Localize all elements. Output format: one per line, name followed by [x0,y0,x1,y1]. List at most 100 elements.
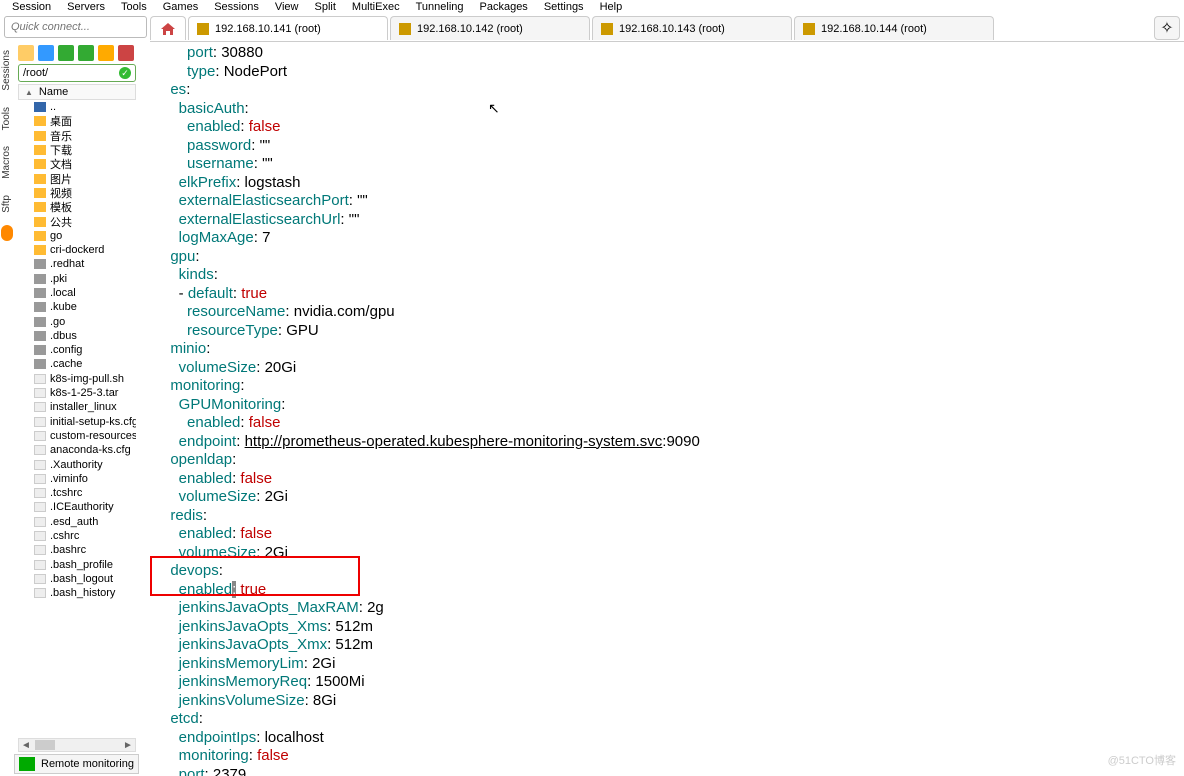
tool-upload[interactable] [58,45,74,61]
side-tab-sessions[interactable]: Sessions [0,42,13,99]
tree-item[interactable]: 下载 [18,143,136,157]
tree-item-label: k8s-1-25-3.tar [50,387,118,399]
tree-item[interactable]: 模板 [18,200,136,214]
tree-item[interactable]: go [18,229,136,243]
tree-item[interactable]: .dbus [18,329,136,343]
tree-item[interactable]: installer_linux [18,400,136,414]
menu-help[interactable]: Help [592,1,631,13]
tree-item-label: .dbus [50,330,77,342]
horizontal-scrollbar[interactable]: ◄ ► [18,738,136,752]
endpoint-link[interactable]: http://prometheus-operated.kubesphere-mo… [245,433,663,450]
menu-session[interactable]: Session [4,1,59,13]
tree-item[interactable]: .go [18,314,136,328]
tree-item[interactable]: 文档 [18,157,136,171]
tab-1-label: 192.168.10.142 (root) [417,23,523,35]
tree-item-label: .cache [50,358,82,370]
tree-item[interactable]: .. [18,100,136,114]
menubar: Session Servers Tools Games Sessions Vie… [0,0,1184,14]
tree-item[interactable]: .viminfo [18,472,136,486]
tree-item[interactable]: cri-dockerd [18,243,136,257]
tab-3[interactable]: 192.168.10.144 (root) [794,16,994,40]
tree-item-label: anaconda-ks.cfg [50,444,131,456]
tree-item[interactable]: .kube [18,300,136,314]
tree-item[interactable]: .bash_history [18,586,136,600]
tree-item[interactable]: .local [18,286,136,300]
home-tab[interactable] [150,16,186,40]
path-input[interactable]: /root/ ✓ [18,64,136,82]
side-dot-orange[interactable] [1,225,13,241]
tab-0[interactable]: 192.168.10.141 (root) [188,16,388,40]
menu-sessions[interactable]: Sessions [206,1,267,13]
session-tabs: 192.168.10.141 (root) 192.168.10.142 (ro… [150,16,1184,42]
tool-btn-1[interactable] [18,45,34,61]
menu-tools[interactable]: Tools [113,1,155,13]
scroll-right-arrow[interactable]: ► [121,740,135,751]
tree-item[interactable]: anaconda-ks.cfg [18,443,136,457]
menu-packages[interactable]: Packages [472,1,536,13]
quick-connect-input[interactable] [4,16,147,38]
status-text[interactable]: Remote monitoring [41,758,134,770]
file-icon [34,531,46,541]
tree-item[interactable]: .Xauthority [18,457,136,471]
tree-item[interactable]: .cache [18,357,136,371]
tree-item[interactable]: 桌面 [18,114,136,128]
tree-item[interactable]: .ICEauthority [18,500,136,514]
scroll-thumb[interactable] [35,740,55,750]
watermark: @51CTO博客 [1108,752,1176,768]
tree-item[interactable]: .redhat [18,257,136,271]
folder-icon [34,174,46,184]
tool-newfolder[interactable] [98,45,114,61]
tree-item[interactable]: .tcshrc [18,486,136,500]
tree-item[interactable]: 音乐 [18,129,136,143]
file-icon [34,488,46,498]
menu-servers[interactable]: Servers [59,1,113,13]
tree-item[interactable]: custom-resources.yam [18,429,136,443]
new-tab-button[interactable]: ✧ [1154,16,1180,40]
tab-2-label: 192.168.10.143 (root) [619,23,725,35]
name-column-header[interactable]: Name [18,84,136,100]
folder-icon [34,116,46,126]
file-icon [34,474,46,484]
terminal-output[interactable]: port: 30880 type: NodePort es: basicAuth… [150,42,1184,776]
menu-split[interactable]: Split [307,1,344,13]
menu-settings[interactable]: Settings [536,1,592,13]
tool-refresh[interactable] [78,45,94,61]
tree-item[interactable]: .pki [18,272,136,286]
file-icon [34,460,46,470]
tree-item[interactable]: .bashrc [18,543,136,557]
menu-tunneling[interactable]: Tunneling [408,1,472,13]
folder-icon [34,231,46,241]
tree-item[interactable]: k8s-img-pull.sh [18,372,136,386]
tree-item[interactable]: .config [18,343,136,357]
tree-item-label: .config [50,344,82,356]
tree-item[interactable]: 公共 [18,214,136,228]
tree-item[interactable]: .esd_auth [18,515,136,529]
home-icon [160,22,176,36]
tree-item-label: .bash_history [50,587,115,599]
tab-2[interactable]: 192.168.10.143 (root) [592,16,792,40]
side-tab-sftp[interactable]: Sftp [0,187,13,221]
tree-item[interactable]: initial-setup-ks.cfg [18,415,136,429]
tree-item-label: .bash_logout [50,573,113,585]
folder-icon [34,245,46,255]
tree-item-label: .Xauthority [50,459,103,471]
menu-multiexec[interactable]: MultiExec [344,1,408,13]
file-icon [34,502,46,512]
tree-item[interactable]: 视频 [18,186,136,200]
scroll-left-arrow[interactable]: ◄ [19,740,33,751]
folder-icon [34,259,46,269]
tree-item[interactable]: .cshrc [18,529,136,543]
tree-item[interactable]: 图片 [18,171,136,185]
side-tab-tools[interactable]: Tools [0,99,13,138]
menu-view[interactable]: View [267,1,307,13]
tree-item[interactable]: .bash_logout [18,572,136,586]
side-tab-macros[interactable]: Macros [0,138,13,187]
tree-item[interactable]: k8s-1-25-3.tar [18,386,136,400]
menu-games[interactable]: Games [155,1,206,13]
tree-item-label: .esd_auth [50,516,98,528]
tool-delete[interactable] [118,45,134,61]
file-tree[interactable]: ..桌面音乐下载文档图片视频模板公共gocri-dockerd.redhat.p… [18,100,136,738]
tool-download[interactable] [38,45,54,61]
tree-item[interactable]: .bash_profile [18,558,136,572]
tab-1[interactable]: 192.168.10.142 (root) [390,16,590,40]
